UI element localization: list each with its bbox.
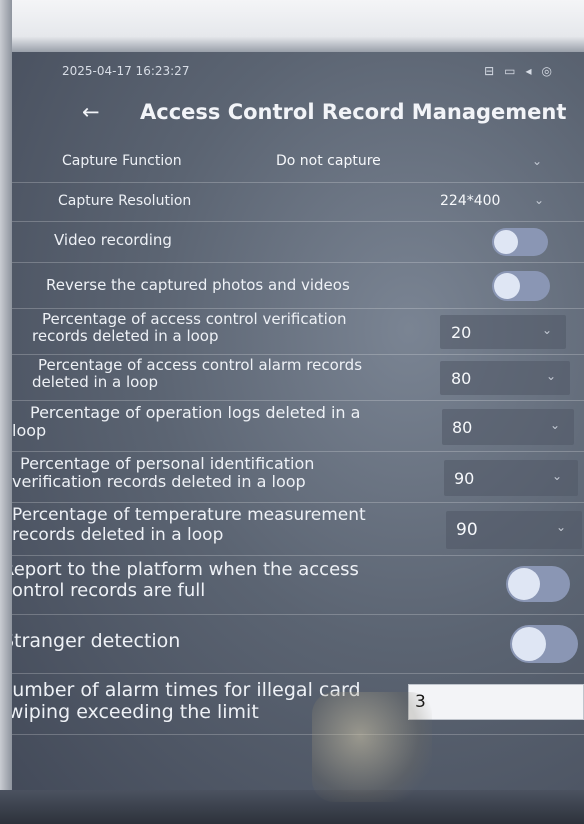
- status-datetime: 2025-04-17 16:23:27: [62, 64, 190, 78]
- status-bar: 2025-04-17 16:23:27 ⊟▭◂◎: [62, 64, 562, 86]
- setting-row-capture-resolution[interactable]: Capture Resolution 224*400 ⌄: [12, 183, 584, 222]
- operation-logs-delete-value: 80: [452, 418, 473, 437]
- setting-row-temperature-delete-percentage[interactable]: Percentage of temperature measurement re…: [12, 503, 584, 556]
- network-icon: ⊟: [484, 64, 505, 78]
- chevron-down-icon: ⌄: [556, 520, 567, 534]
- camera-reflection: [312, 692, 432, 802]
- setting-row-illegal-card-alarm-times[interactable]: Number of alarm times for illegal card s…: [12, 674, 584, 735]
- setting-label: Percentage of personal identification ve…: [12, 454, 315, 492]
- chevron-down-icon[interactable]: ⌄: [532, 154, 542, 168]
- device-screen: 2025-04-17 16:23:27 ⊟▭◂◎ ← Access Contro…: [12, 52, 584, 802]
- page-title: Access Control Record Management: [140, 100, 567, 124]
- setting-label: Percentage of temperature measurement re…: [12, 505, 366, 545]
- chevron-down-icon: ⌄: [542, 323, 553, 337]
- reverse-captured-toggle[interactable]: [492, 271, 550, 301]
- setting-label: Capture Resolution: [58, 193, 192, 209]
- video-recording-toggle[interactable]: [492, 228, 548, 256]
- setting-row-capture-function[interactable]: Capture Function Do not capture ⌄: [12, 142, 584, 183]
- toggle-knob: [508, 568, 540, 600]
- alarm-delete-value: 80: [451, 369, 472, 388]
- chevron-down-icon: ⌄: [546, 369, 557, 383]
- setting-row-reverse-captured[interactable]: Reverse the captured photos and videos: [12, 263, 584, 309]
- chevron-down-icon[interactable]: ⌄: [534, 193, 544, 207]
- device-bezel-bottom: [0, 790, 584, 824]
- setting-label: Percentage of access control alarm recor…: [32, 356, 363, 392]
- setting-label: Video recording: [54, 231, 172, 249]
- capture-resolution-value[interactable]: 224*400: [440, 193, 500, 209]
- chevron-down-icon: ⌄: [552, 469, 563, 483]
- stranger-detection-toggle[interactable]: [510, 625, 578, 663]
- setting-row-alarm-delete-percentage[interactable]: Percentage of access control alarm recor…: [12, 355, 584, 401]
- toggle-knob: [512, 627, 546, 661]
- setting-row-verification-delete-percentage[interactable]: Percentage of access control verificatio…: [12, 309, 584, 355]
- setting-row-personal-id-delete-percentage[interactable]: Percentage of personal identification ve…: [12, 452, 584, 503]
- toggle-knob: [494, 230, 518, 254]
- setting-row-stranger-detection[interactable]: Stranger detection: [12, 615, 584, 674]
- personal-id-delete-value: 90: [454, 469, 475, 488]
- setting-label: Reverse the captured photos and videos: [46, 276, 350, 294]
- setting-label: Percentage of operation logs deleted in …: [12, 403, 361, 441]
- report-when-full-toggle[interactable]: [506, 566, 570, 602]
- setting-label: Percentage of access control verificatio…: [32, 310, 347, 346]
- header: ← Access Control Record Management: [82, 100, 572, 136]
- volume-icon: ◂: [525, 64, 542, 78]
- setting-label: Report to the platform when the access c…: [12, 559, 359, 601]
- back-arrow-icon[interactable]: ←: [82, 100, 100, 124]
- capture-function-value[interactable]: Do not capture: [276, 153, 381, 169]
- verification-delete-value: 20: [451, 323, 472, 342]
- setting-row-operation-logs-delete-percentage[interactable]: Percentage of operation logs deleted in …: [12, 401, 584, 452]
- temperature-delete-value: 90: [456, 520, 478, 540]
- setting-row-video-recording[interactable]: Video recording: [12, 222, 584, 263]
- chevron-down-icon: ⌄: [550, 418, 561, 432]
- status-icons: ⊟▭◂◎: [484, 64, 562, 78]
- card-icon: ▭: [504, 64, 526, 78]
- settings-icon: ◎: [541, 64, 562, 78]
- device-bezel-left: [0, 0, 12, 824]
- device-bezel-top: [0, 0, 584, 52]
- setting-label: Stranger detection: [12, 630, 181, 652]
- setting-label: Capture Function: [62, 153, 182, 169]
- setting-row-report-when-full[interactable]: Report to the platform when the access c…: [12, 556, 584, 615]
- illegal-card-alarm-times-input[interactable]: 3: [408, 684, 584, 720]
- toggle-knob: [494, 273, 520, 299]
